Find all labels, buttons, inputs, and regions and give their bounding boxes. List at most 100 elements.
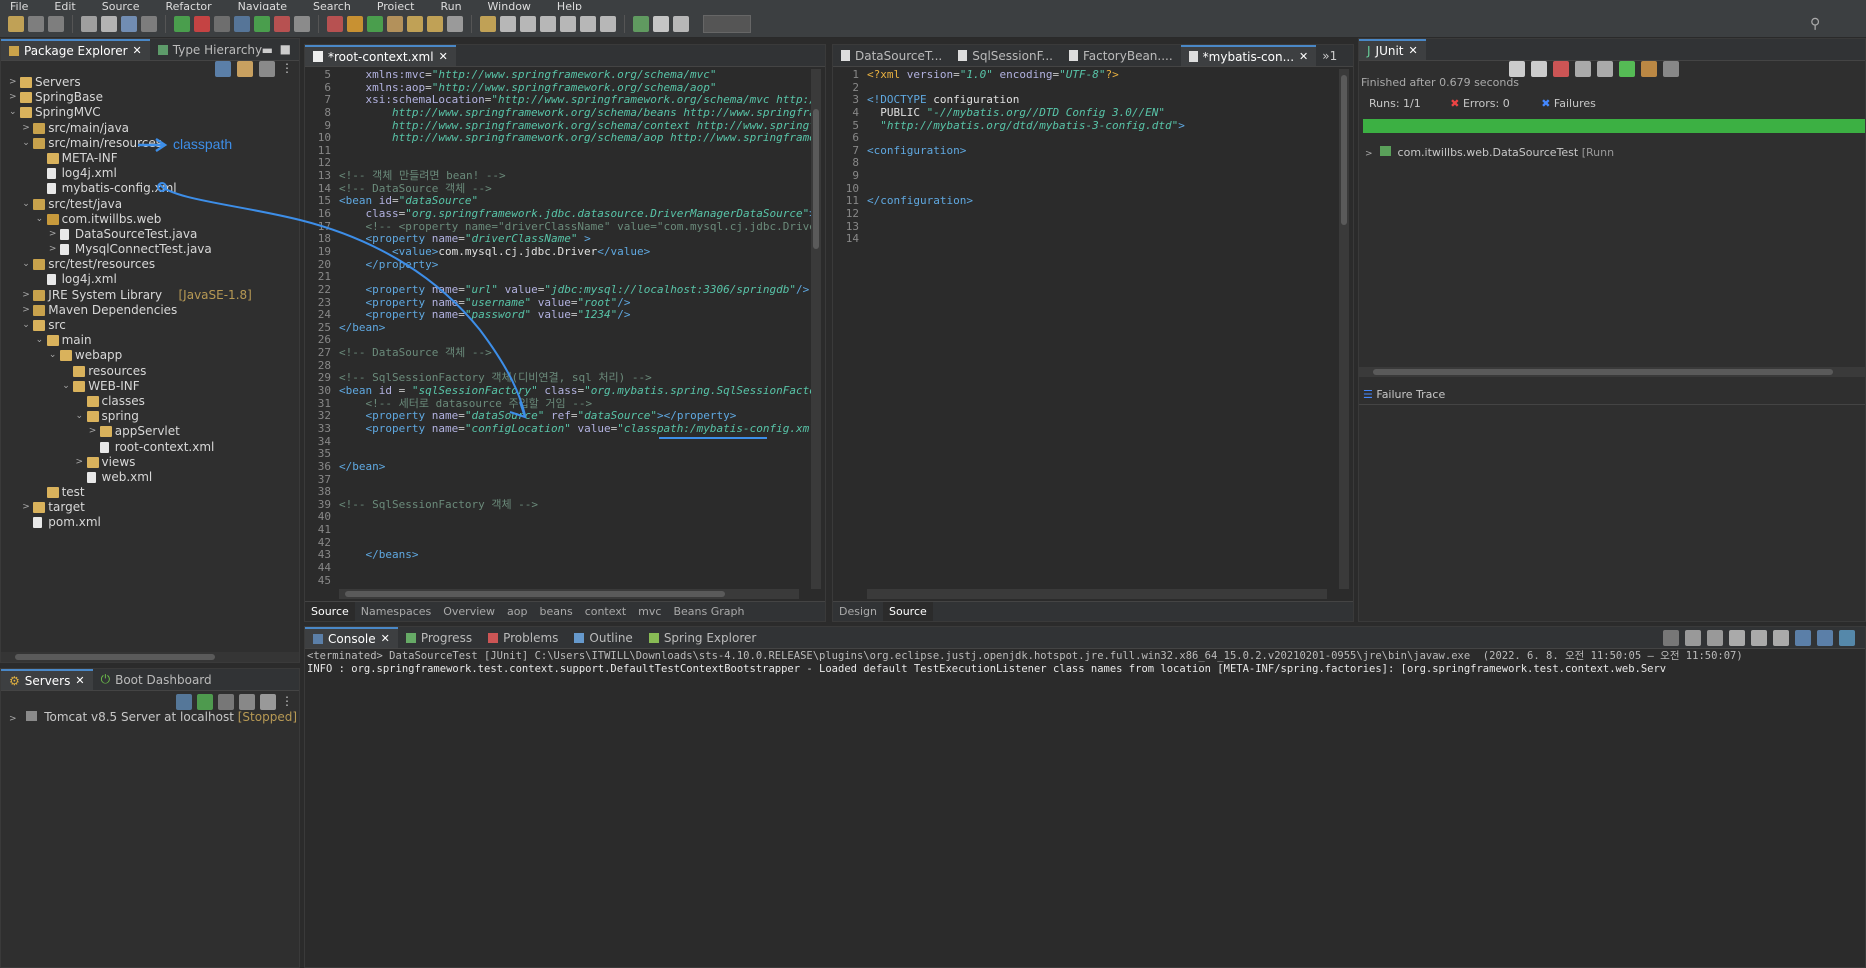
tab-overview[interactable]: Overview — [437, 602, 501, 621]
toolbar-button-icon[interactable] — [387, 15, 403, 32]
chevron-down-icon[interactable]: ⌄ — [36, 212, 46, 227]
display-console-icon[interactable] — [1817, 630, 1833, 646]
tab-aop[interactable]: aop — [501, 602, 533, 621]
rerun-failed-icon[interactable] — [1641, 61, 1657, 77]
tab-progress[interactable]: Progress — [398, 627, 480, 648]
tree-item[interactable]: > appServlet — [1, 424, 299, 439]
tree-item[interactable]: > src/main/java — [1, 121, 299, 136]
toolbar-button-icon[interactable] — [174, 15, 190, 32]
debug-server-icon[interactable] — [176, 694, 192, 710]
toolbar-button-icon[interactable] — [520, 15, 536, 32]
chevron-right-icon[interactable]: > — [22, 303, 32, 318]
close-icon[interactable]: ✕ — [1409, 44, 1418, 57]
toolbar-button-icon[interactable] — [81, 15, 97, 32]
chevron-down-icon[interactable]: ⌄ — [49, 348, 59, 363]
toolbar-button-icon[interactable] — [121, 15, 137, 32]
rerun-icon[interactable] — [1619, 61, 1635, 77]
tab-type-hierarchy[interactable]: Type Hierarchy — [150, 39, 270, 60]
tree-item[interactable]: ⌄ src/test/resources — [1, 257, 299, 272]
chevron-down-icon[interactable]: ⌄ — [22, 136, 32, 151]
tab-console[interactable]: Console ✕ — [305, 627, 398, 648]
tree-item[interactable]: pom.xml — [1, 515, 299, 530]
tab-servers[interactable]: ⚙ Servers ✕ — [1, 669, 93, 690]
chevron-right-icon[interactable]: > — [9, 90, 19, 105]
tree-item[interactable]: mybatis-config.xml — [1, 181, 299, 196]
tab-editor-file[interactable]: DataSourceT... — [833, 45, 950, 66]
next-failure-icon[interactable] — [1509, 61, 1525, 77]
tab-design[interactable]: Design — [833, 602, 883, 621]
tree-item[interactable]: > JRE System Library [JavaSE-1.8] — [1, 288, 299, 303]
tab-beans[interactable]: beans — [533, 602, 578, 621]
toolbar-button-icon[interactable] — [234, 15, 250, 32]
tree-item[interactable]: log4j.xml — [1, 272, 299, 287]
perspective-combo[interactable] — [703, 14, 751, 33]
publish-icon[interactable] — [260, 694, 276, 710]
tree-item[interactable]: ⌄ src/main/resources — [1, 136, 299, 151]
tab-beans-graph[interactable]: Beans Graph — [667, 602, 750, 621]
minimize-icon[interactable]: ▬ — [262, 43, 273, 57]
chevron-right-icon[interactable]: > — [9, 75, 19, 90]
tab-editor-file[interactable]: FactoryBean.... — [1061, 45, 1181, 66]
tree-item[interactable]: test — [1, 485, 299, 500]
toolbar-button-icon[interactable] — [194, 15, 210, 32]
console-output[interactable]: <terminated> DataSourceTest [JUnit] C:\U… — [307, 650, 1865, 967]
tree-item[interactable]: root-context.xml — [1, 440, 299, 455]
toolbar-button-icon[interactable] — [427, 15, 443, 32]
toolbar-button-icon[interactable] — [48, 15, 64, 32]
chevron-down-icon[interactable]: ⌄ — [76, 409, 86, 424]
chevron-down-icon[interactable]: ⌄ — [22, 257, 32, 272]
chevron-down-icon[interactable]: ⌄ — [9, 105, 19, 120]
tab-spring-explorer[interactable]: Spring Explorer — [641, 627, 765, 648]
tree-item[interactable]: > views — [1, 455, 299, 470]
chevron-down-icon[interactable]: ⌄ — [62, 379, 72, 394]
toolbar-button-icon[interactable] — [101, 15, 117, 32]
start-server-icon[interactable] — [197, 694, 213, 710]
tree-item[interactable]: > DataSourceTest.java — [1, 227, 299, 242]
tab-editor-file[interactable]: SqlSessionF... — [950, 45, 1061, 66]
close-icon[interactable]: ✕ — [75, 674, 84, 687]
tree-item[interactable]: log4j.xml — [1, 166, 299, 181]
tree-item[interactable]: ⌄ src/test/java — [1, 197, 299, 212]
horizontal-scrollbar[interactable] — [1359, 367, 1866, 377]
chevron-right-icon[interactable]: > — [22, 500, 32, 515]
tab-junit[interactable]: J JUnit ✕ — [1359, 39, 1426, 60]
tab-source[interactable]: Source — [882, 602, 933, 621]
profile-server-icon[interactable] — [218, 694, 234, 710]
tab-root-context-xml[interactable]: *root-context.xml ✕ — [305, 45, 456, 66]
tab-context[interactable]: context — [579, 602, 632, 621]
tree-item[interactable]: META-INF — [1, 151, 299, 166]
tab-overflow[interactable]: »1 — [1316, 46, 1343, 66]
tab-namespaces[interactable]: Namespaces — [355, 602, 437, 621]
view-menu-icon[interactable]: ⋮ — [281, 694, 293, 710]
scroll-lock-icon[interactable] — [1575, 61, 1591, 77]
junit-test-row[interactable]: > com.itwillbs.web.DataSourceTest [Runn — [1365, 146, 1614, 159]
history-icon[interactable] — [1597, 61, 1613, 77]
show-failures-icon[interactable] — [1553, 61, 1569, 77]
tree-item[interactable]: ⌄ webapp — [1, 348, 299, 363]
toolbar-button-icon[interactable] — [214, 15, 230, 32]
toolbar-button-icon[interactable] — [447, 15, 463, 32]
clear-console-icon[interactable] — [1729, 630, 1745, 646]
tree-item[interactable]: > target — [1, 500, 299, 515]
vertical-scrollbar[interactable] — [811, 69, 821, 589]
tree-item[interactable]: ⌄ SpringMVC — [1, 105, 299, 120]
tree-item[interactable]: > SpringBase — [1, 90, 299, 105]
tree-item[interactable]: > Servers — [1, 75, 299, 90]
toolbar-button-icon[interactable] — [367, 15, 383, 32]
code-area[interactable]: <?xml version="1.0" encoding="UTF-8"?> <… — [867, 69, 1339, 246]
close-icon[interactable]: ✕ — [381, 632, 390, 645]
tree-item[interactable]: web.xml — [1, 470, 299, 485]
prev-failure-icon[interactable] — [1531, 61, 1547, 77]
tab-problems[interactable]: Problems — [480, 627, 566, 648]
close-icon[interactable]: ✕ — [133, 44, 142, 57]
tab-boot-dashboard[interactable]: ⏻ Boot Dashboard — [93, 669, 220, 690]
pin-console-icon[interactable] — [1795, 630, 1811, 646]
close-icon[interactable]: ✕ — [439, 50, 448, 63]
chevron-right-icon[interactable]: > — [49, 227, 59, 242]
maximize-icon[interactable]: ■ — [280, 42, 291, 56]
tree-item[interactable]: classes — [1, 394, 299, 409]
scroll-lock-icon[interactable] — [1751, 630, 1767, 646]
vertical-scrollbar[interactable] — [1339, 69, 1349, 589]
toolbar-button-icon[interactable] — [540, 15, 556, 32]
chevron-down-icon[interactable]: ⌄ — [22, 197, 32, 212]
